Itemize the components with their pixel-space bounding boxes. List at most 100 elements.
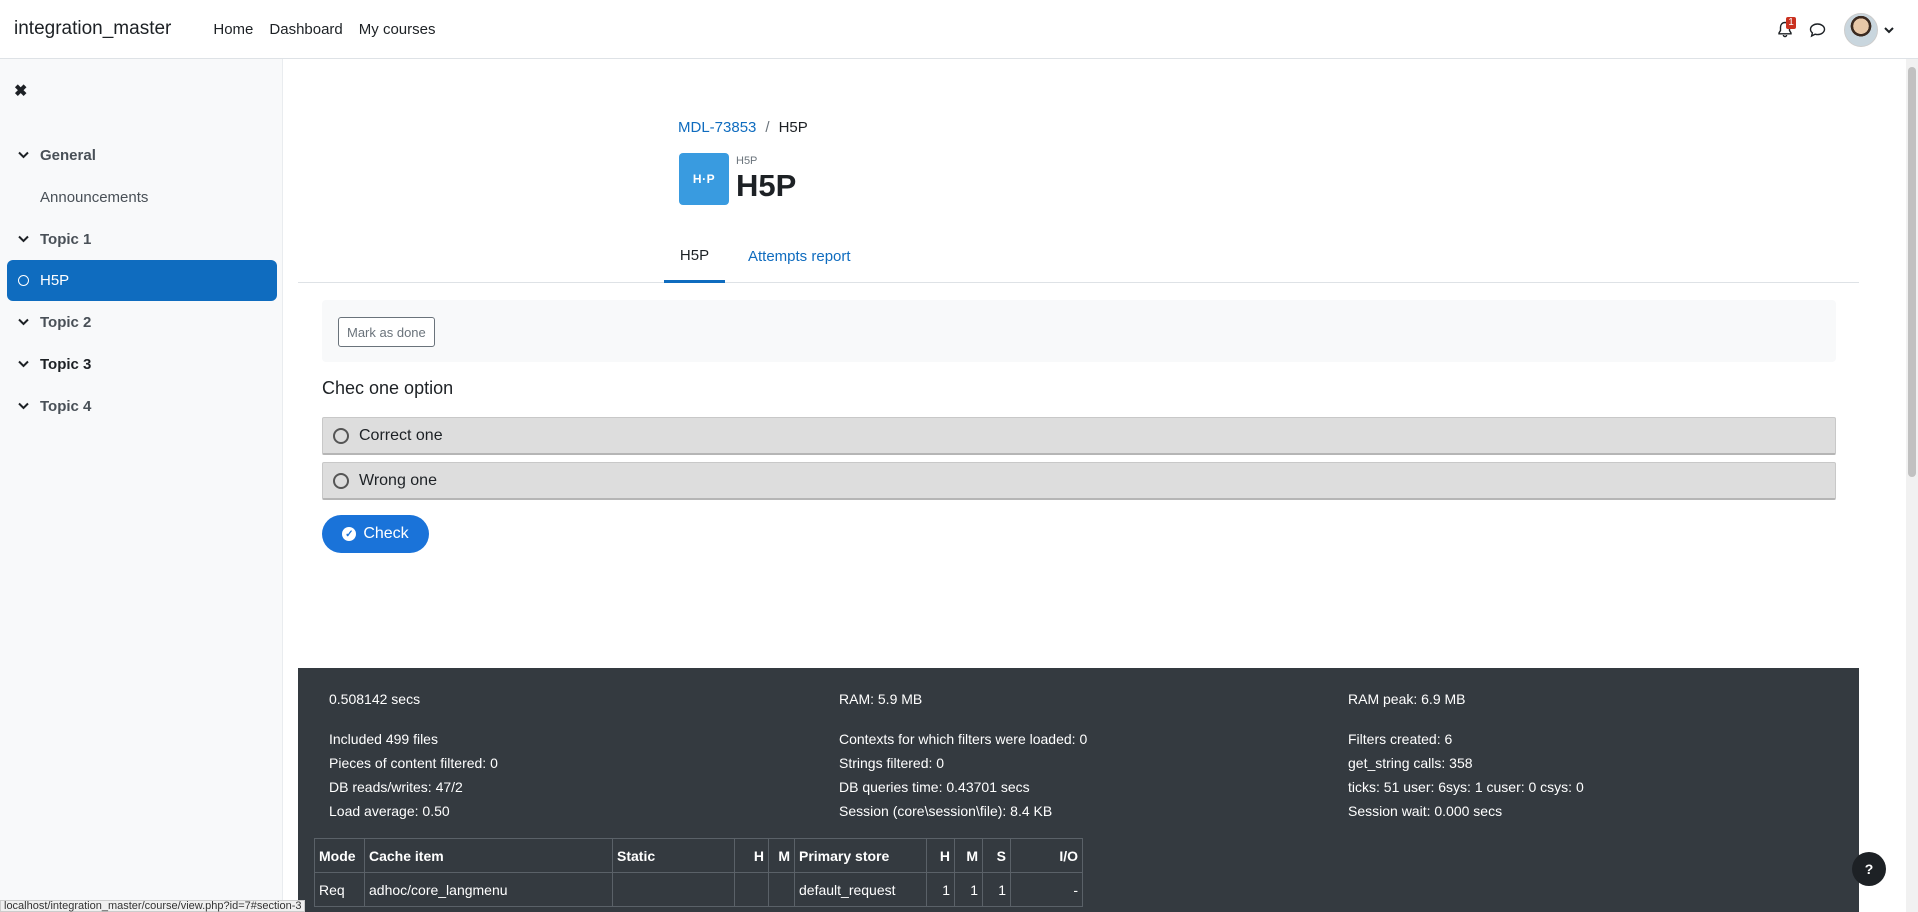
section-topic-2[interactable]: Topic 2 — [0, 301, 283, 343]
help-button[interactable]: ? — [1852, 852, 1886, 886]
perf-stat: Session wait: 0.000 secs — [1348, 803, 1503, 819]
table-cell: adhoc/core_langmenu — [364, 872, 613, 907]
check-label: Check — [363, 525, 409, 542]
section-general[interactable]: General — [0, 134, 283, 176]
table-row: Req adhoc/core_langmenu default_request … — [314, 872, 1083, 907]
table-cell: Req — [314, 872, 365, 907]
section-topic-3[interactable]: Topic 3 — [0, 343, 283, 385]
perf-stat: Strings filtered: 0 — [839, 755, 945, 771]
site-brand[interactable]: integration_master — [14, 18, 171, 40]
user-avatar[interactable] — [1844, 12, 1878, 47]
perf-stat: RAM peak: 6.9 MB — [1348, 691, 1466, 707]
col-header: S — [982, 838, 1011, 873]
col-header: M — [954, 838, 983, 873]
col-header: M — [768, 838, 795, 873]
h5p-icon-text: H·P — [692, 172, 716, 186]
section-label: Topic 2 — [40, 313, 92, 331]
section-topic-4[interactable]: Topic 4 — [0, 385, 283, 427]
perf-stat: RAM: 5.9 MB — [839, 691, 923, 707]
course-index-item-h5p[interactable]: H5P — [7, 260, 277, 301]
check-button[interactable]: ✓ Check — [322, 515, 429, 553]
radio-icon[interactable] — [333, 427, 349, 444]
section-label: Topic 4 — [40, 397, 92, 415]
section-topic-1[interactable]: Topic 1 — [0, 218, 283, 260]
answer-option[interactable]: Wrong one — [322, 462, 1836, 500]
table-header-row: Mode Cache item Static H M Primary store… — [314, 838, 1083, 873]
answer-label: Correct one — [359, 426, 443, 444]
scrollbar-thumb[interactable] — [1908, 67, 1916, 477]
table-cell: 1 — [926, 872, 955, 907]
cache-usage-table: Mode Cache item Static H M Primary store… — [314, 838, 1083, 907]
message-bubble-icon — [1809, 22, 1825, 37]
nav-my-courses[interactable]: My courses — [351, 21, 444, 38]
perf-stat: Session (core\session\file): 8.4 KB — [839, 803, 1053, 819]
h5p-activity-icon: H·P — [679, 153, 729, 205]
tab-h5p[interactable]: H5P — [664, 230, 725, 283]
table-cell: 1 — [954, 872, 983, 907]
secondary-navigation: H5P Attempts report — [298, 230, 1859, 283]
col-header: Mode — [314, 838, 365, 873]
table-cell: 1 — [982, 872, 1011, 907]
col-header: Static — [612, 838, 735, 873]
mark-as-done-button[interactable]: Mark as done — [338, 317, 435, 347]
nav-home[interactable]: Home — [205, 21, 261, 38]
perf-stat: Filters created: 6 — [1348, 731, 1453, 747]
col-header: Primary store — [794, 838, 927, 873]
messages-button[interactable] — [1802, 15, 1832, 45]
page-title: H5P — [736, 168, 797, 203]
breadcrumb-current: H5P — [778, 119, 808, 136]
table-cell — [768, 872, 795, 907]
perf-column-1: 0.508142 secs Included 499 files Pieces … — [329, 687, 498, 823]
tab-attempts-report[interactable]: Attempts report — [740, 230, 859, 283]
col-header: H — [734, 838, 769, 873]
answer-option[interactable]: Correct one — [322, 417, 1836, 455]
perf-stat: ticks: 51 user: 6sys: 1 cuser: 0 csys: 0 — [1348, 779, 1584, 795]
browser-status-url: localhost/integration_master/course/view… — [0, 900, 306, 912]
page-scrollbar[interactable] — [1906, 59, 1918, 912]
section-label: General — [40, 146, 96, 164]
section-label: Topic 1 — [40, 230, 92, 248]
perf-column-2: RAM: 5.9 MB Contexts for which filters w… — [839, 687, 1087, 823]
perf-column-3: RAM peak: 6.9 MB Filters created: 6 get_… — [1348, 687, 1584, 823]
item-label: Announcements — [40, 188, 149, 206]
col-header: H — [926, 838, 955, 873]
table-cell: - — [1010, 872, 1083, 907]
perf-stat: Contexts for which filters were loaded: … — [839, 731, 1088, 747]
top-navbar: integration_master Home Dashboard My cou… — [0, 0, 1918, 59]
chevron-down-icon[interactable] — [18, 151, 40, 159]
perf-stat: Pieces of content filtered: 0 — [329, 755, 498, 771]
chevron-down-icon[interactable] — [18, 318, 40, 326]
radio-icon[interactable] — [333, 472, 349, 489]
breadcrumb: MDL-73853 / H5P — [678, 119, 808, 136]
activity-completion-bar: Mark as done — [322, 300, 1836, 362]
perf-stat: Included 499 files — [329, 731, 438, 747]
performance-info: 0.508142 secs Included 499 files Pieces … — [298, 668, 1859, 912]
nav-dashboard[interactable]: Dashboard — [261, 21, 350, 38]
chevron-down-icon[interactable] — [1884, 26, 1894, 34]
check-circle-icon: ✓ — [342, 527, 357, 541]
table-cell — [612, 872, 735, 907]
chevron-down-icon[interactable] — [18, 360, 40, 368]
course-index-item-announcements[interactable]: Announcements — [0, 176, 283, 218]
course-index-drawer: ✖ General Announcements Topic 1 H5P Topi… — [0, 59, 283, 912]
perf-stat: 0.508142 secs — [329, 691, 421, 707]
answer-label: Wrong one — [359, 471, 437, 489]
chevron-down-icon[interactable] — [18, 235, 40, 243]
activity-type-label: H5P — [736, 155, 758, 167]
col-header: I/O — [1010, 838, 1083, 873]
section-label: Topic 3 — [40, 355, 92, 373]
breadcrumb-separator: / — [765, 119, 770, 136]
notifications-button[interactable]: 1 — [1770, 15, 1800, 45]
course-index: General Announcements Topic 1 H5P Topic … — [0, 134, 283, 427]
perf-stat: DB queries time: 0.43701 secs — [839, 779, 1030, 795]
breadcrumb-course-link[interactable]: MDL-73853 — [678, 119, 756, 136]
notification-count-badge: 1 — [1786, 16, 1796, 29]
question-text: Chec one option — [322, 378, 454, 398]
close-icon[interactable]: ✖ — [14, 81, 27, 101]
perf-stat: DB reads/writes: 47/2 — [329, 779, 463, 795]
user-nav: 1 — [1770, 0, 1918, 59]
chevron-down-icon[interactable] — [18, 402, 40, 410]
primary-nav: Home Dashboard My courses — [205, 21, 443, 38]
table-cell — [734, 872, 769, 907]
table-cell: default_request — [794, 872, 927, 907]
